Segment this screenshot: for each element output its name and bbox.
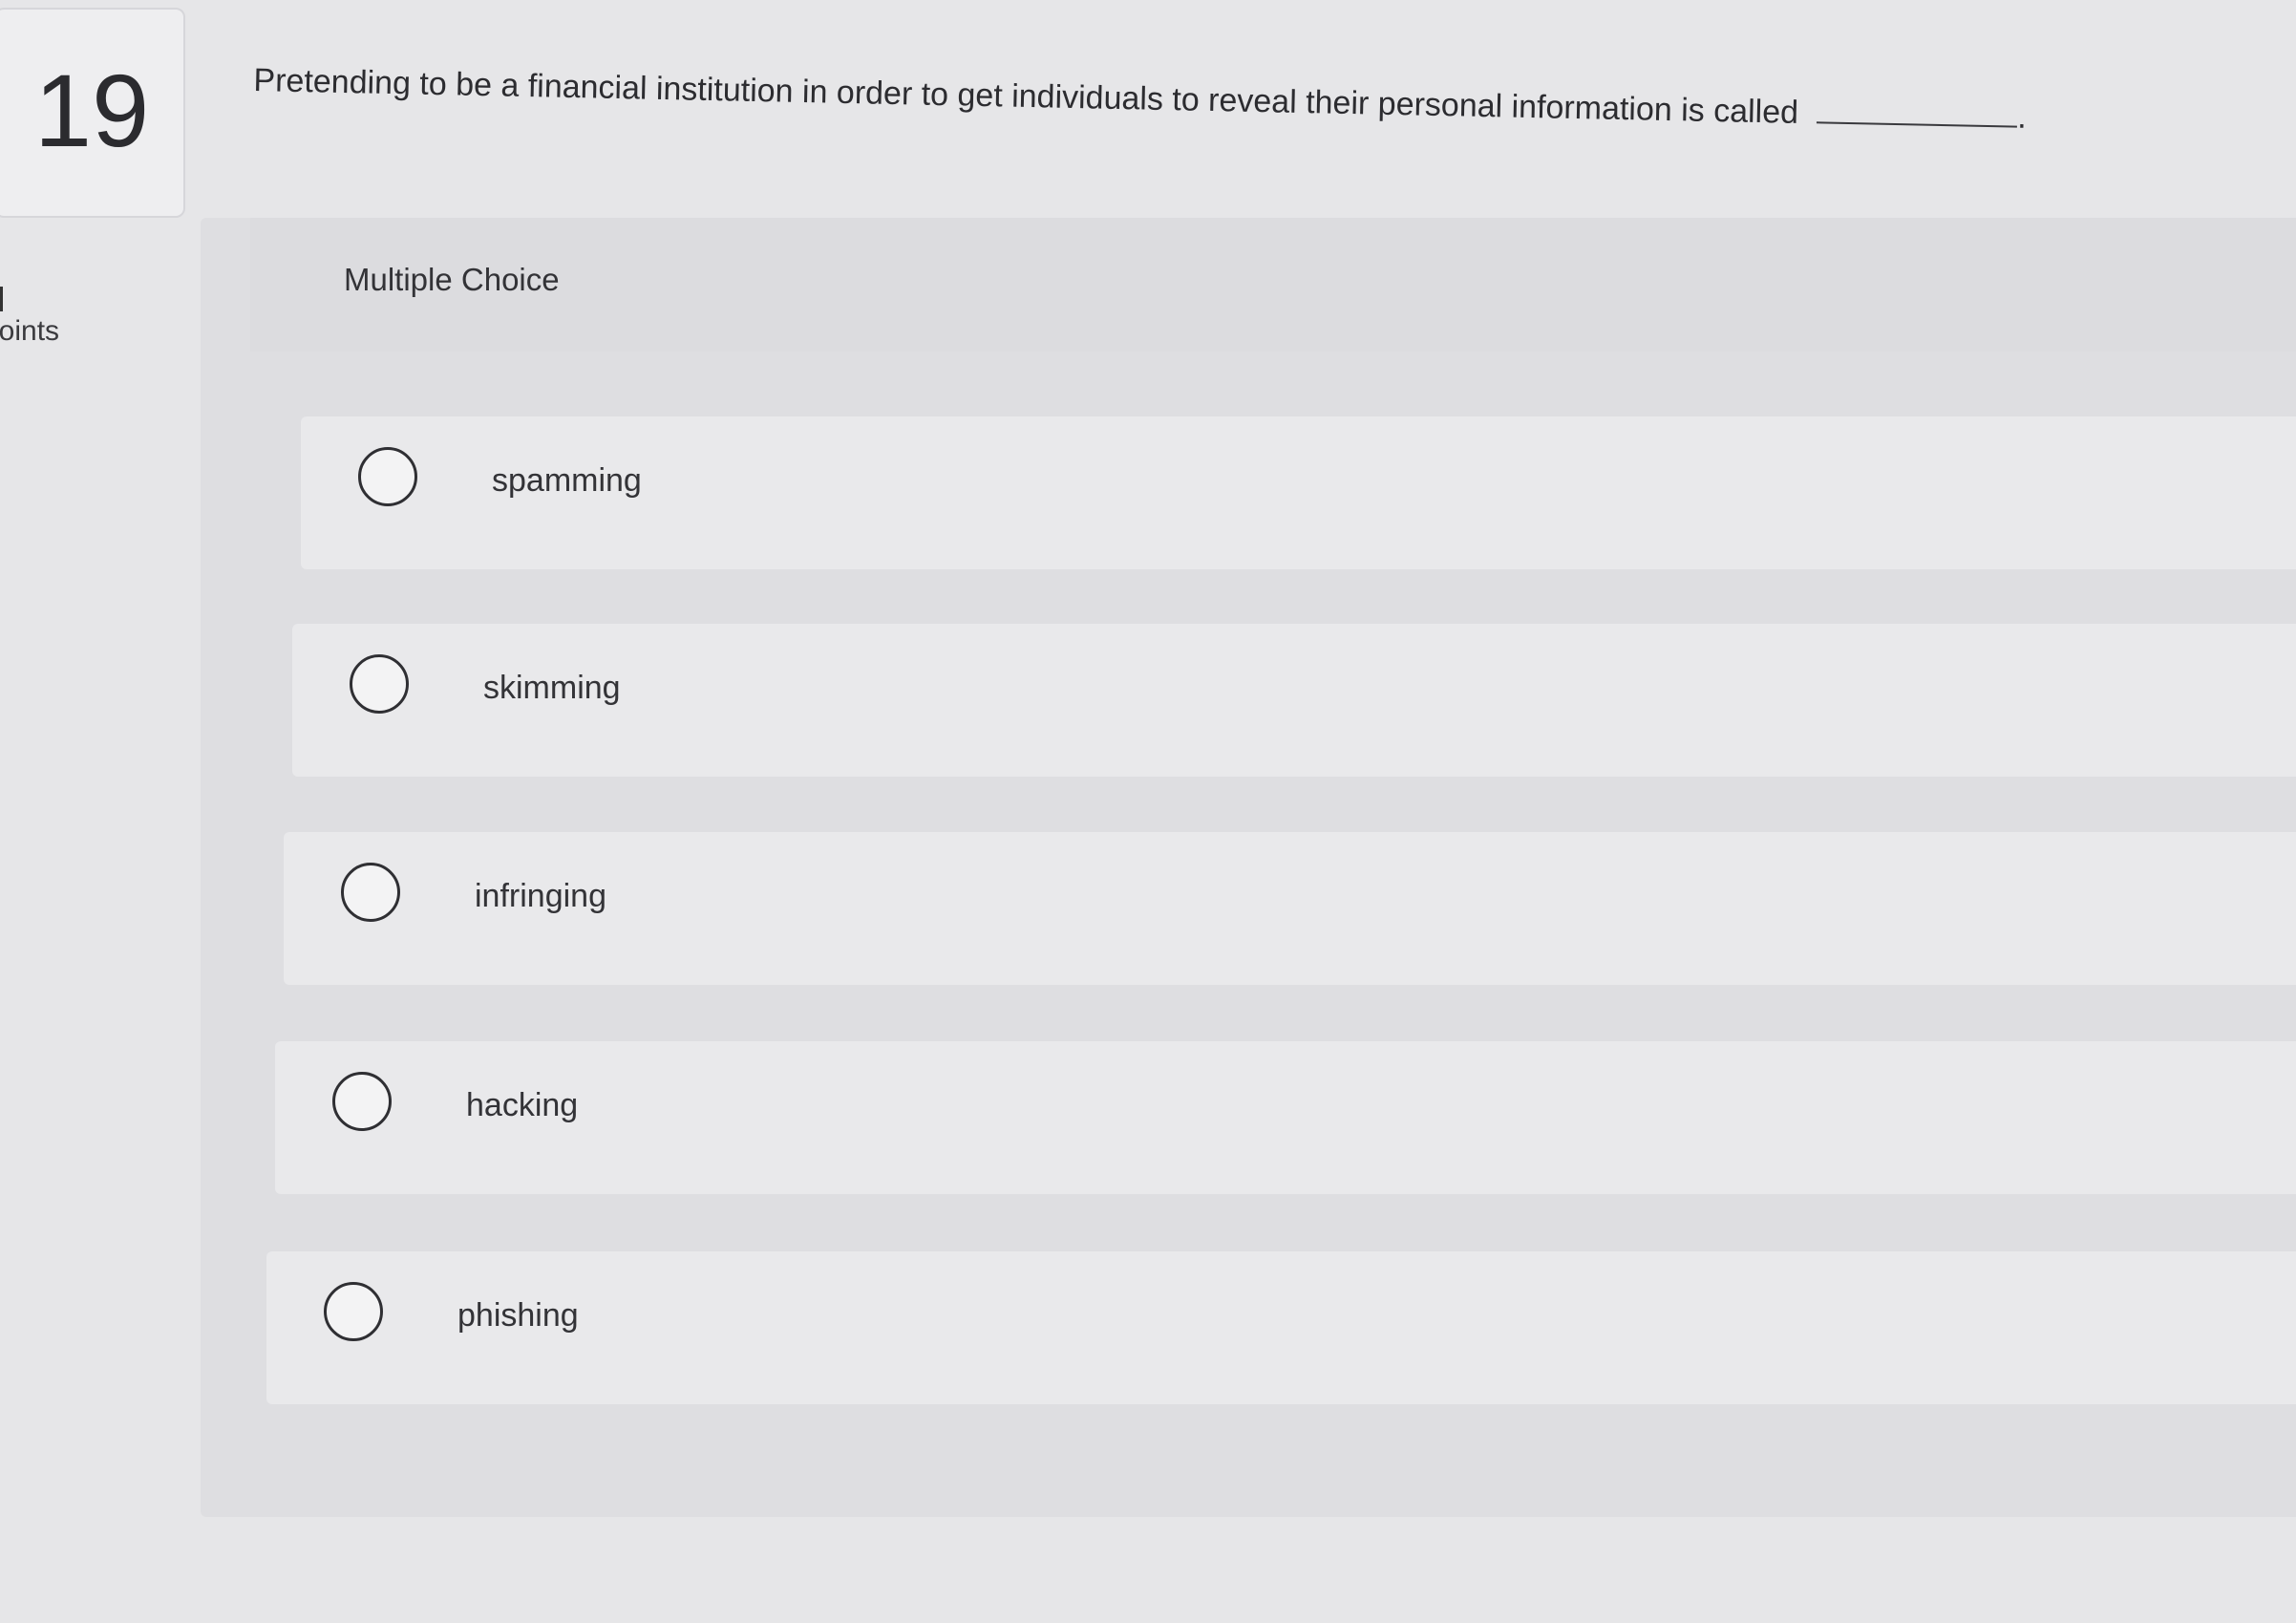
answer-option-skimming[interactable]: skimming xyxy=(292,624,2296,777)
radio-button[interactable] xyxy=(350,654,409,714)
option-label[interactable]: infringing xyxy=(475,878,606,915)
answer-option-infringing[interactable]: infringing xyxy=(284,832,2296,985)
option-label[interactable]: skimming xyxy=(483,670,621,707)
answer-option-spamming[interactable]: spamming xyxy=(301,416,2296,569)
radio-button[interactable] xyxy=(332,1072,392,1131)
option-label[interactable]: phishing xyxy=(457,1297,579,1335)
answer-option-hacking[interactable]: hacking xyxy=(275,1041,2296,1194)
radio-button[interactable] xyxy=(324,1282,383,1341)
option-label[interactable]: spamming xyxy=(492,462,642,500)
radio-button[interactable] xyxy=(341,863,400,922)
answer-option-phishing[interactable]: phishing xyxy=(266,1251,2296,1404)
option-label[interactable]: hacking xyxy=(466,1087,578,1124)
answer-options: spamming skimming infringing hacking phi… xyxy=(0,0,2296,1623)
radio-button[interactable] xyxy=(358,447,417,506)
